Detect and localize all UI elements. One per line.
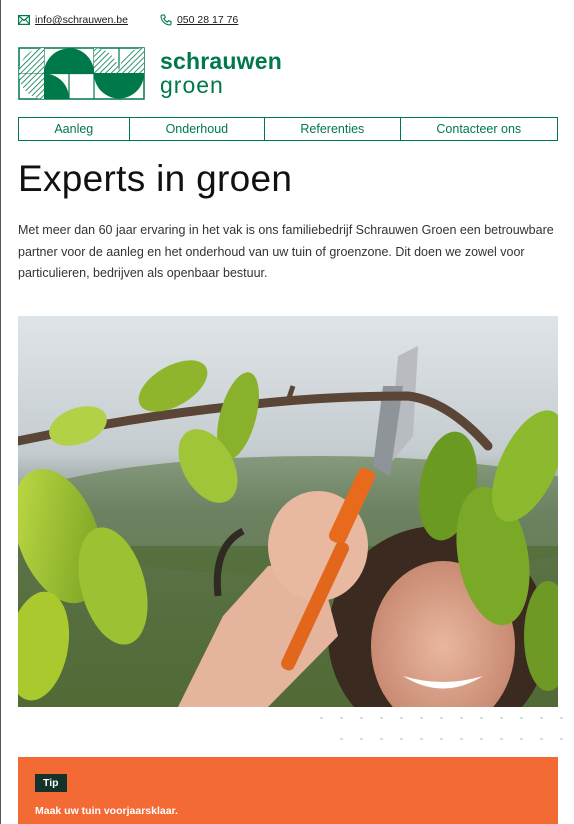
logo-line1: schrauwen [160, 48, 282, 74]
tip-banner[interactable]: Tip Maak uw tuin voorjaarsklaar. [18, 757, 558, 824]
email-text: info@schrauwen.be [35, 14, 128, 26]
nav-item-referenties[interactable]: Referenties [265, 118, 401, 140]
hero-photo [18, 316, 558, 707]
site-logo[interactable]: schrauwen groen [18, 47, 282, 100]
nav-item-onderhoud[interactable]: Onderhoud [130, 118, 266, 140]
decorative-dots [320, 717, 563, 740]
phone-link[interactable]: 050 28 17 76 [160, 14, 238, 26]
main-nav: Aanleg Onderhoud Referenties Contacteer … [18, 117, 558, 141]
logo-wordmark: schrauwen groen [160, 50, 282, 97]
phone-icon [160, 14, 172, 26]
page-border [0, 0, 1, 824]
tip-badge: Tip [35, 774, 67, 792]
tip-text: Maak uw tuin voorjaarsklaar. [35, 805, 178, 817]
phone-text: 050 28 17 76 [176, 14, 239, 26]
page-title: Experts in groen [18, 158, 293, 199]
logo-line2: groen [160, 72, 224, 98]
contact-bar: info@schrauwen.be 050 28 17 76 [18, 14, 238, 26]
email-link[interactable]: info@schrauwen.be [18, 14, 128, 26]
intro-text: Met meer dan 60 jaar ervaring in het vak… [18, 223, 554, 280]
mail-icon [18, 15, 30, 25]
nav-item-aanleg[interactable]: Aanleg [19, 118, 130, 140]
nav-item-contacteer[interactable]: Contacteer ons [401, 118, 557, 140]
logo-mark [18, 47, 145, 100]
